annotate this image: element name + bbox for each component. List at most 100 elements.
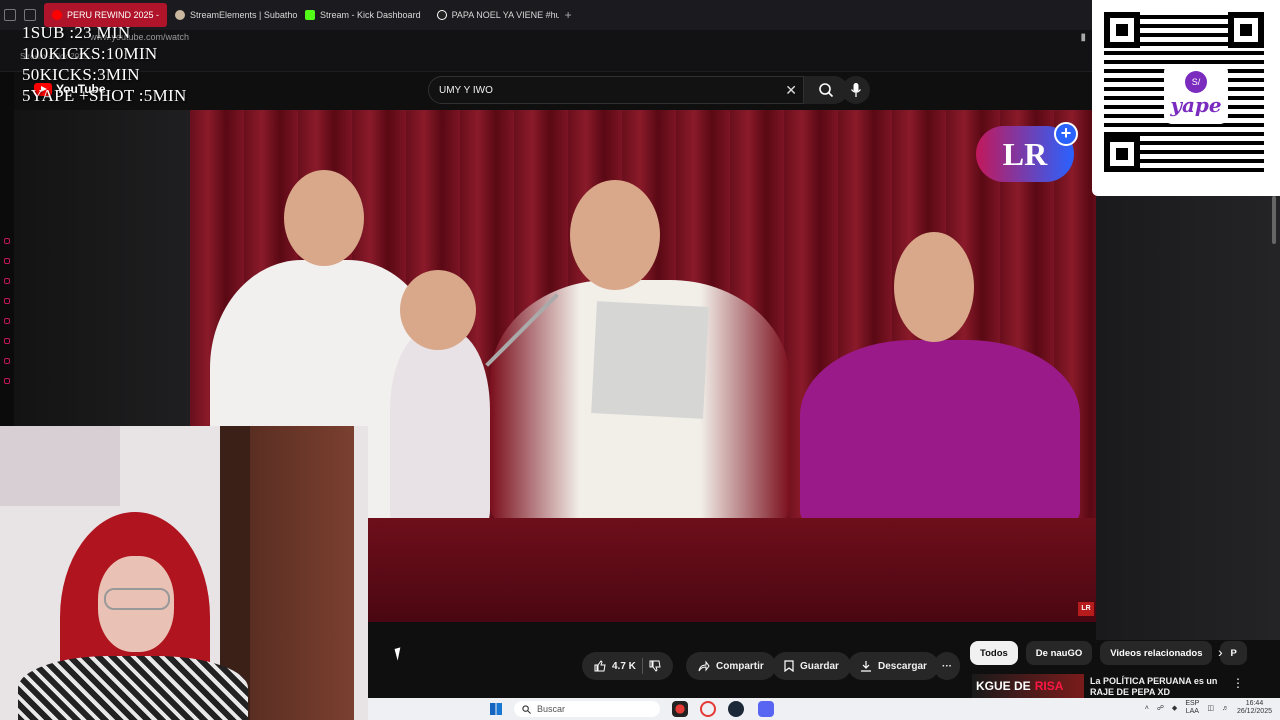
- subathon-overlay: 1SUB :23 MIN 100KICKS:10MIN 50KICKS:3MIN…: [22, 22, 187, 106]
- search-query: UMY Y IWO: [439, 84, 493, 96]
- tab-label: PAPA NOEL YA VIENE #humor: [451, 10, 559, 20]
- side-icon[interactable]: [4, 238, 10, 244]
- side-icon[interactable]: [4, 298, 10, 304]
- wifi-icon[interactable]: ◫: [1207, 704, 1214, 712]
- side-icon[interactable]: [4, 338, 10, 344]
- related-video-item[interactable]: KGUE DE RISA La POLÍTICA PERUANA es un R…: [970, 674, 1280, 698]
- yape-wordmark: yape: [1170, 93, 1222, 117]
- clock[interactable]: 16:44 26/12/2025: [1237, 700, 1272, 716]
- person-back: [390, 330, 490, 530]
- side-icon[interactable]: [4, 278, 10, 284]
- person-center-head: [570, 180, 660, 290]
- tab-overview-icon[interactable]: [24, 9, 36, 21]
- tab-kick-dashboard[interactable]: Stream - Kick Dashboard: [297, 3, 429, 27]
- wooden-door: [250, 426, 354, 720]
- lr-logo-text: LR: [1002, 135, 1048, 172]
- webcam-feed: [0, 426, 368, 720]
- plus-icon: +: [1054, 122, 1078, 146]
- chip-todos[interactable]: Todos: [970, 641, 1018, 665]
- like-count: 4.7 K: [612, 660, 636, 672]
- search-input[interactable]: UMY Y IWO ✕: [428, 76, 804, 104]
- youtube-favicon-icon: [52, 10, 62, 20]
- yape-qr-panel: S/ yape: [1092, 0, 1280, 196]
- speech-paper: [591, 301, 709, 419]
- qr-code: S/ yape: [1104, 12, 1264, 172]
- save-button[interactable]: Guardar: [772, 652, 851, 680]
- search-icon: [819, 83, 834, 98]
- overlay-line: 1SUB :23 MIN: [22, 23, 131, 42]
- tab-label: StreamElements | Subathon: [190, 10, 298, 20]
- divider: [641, 658, 643, 674]
- person-back-head: [400, 270, 476, 350]
- download-label: Descargar: [878, 660, 927, 672]
- clock-time: 16:44: [1245, 700, 1264, 707]
- overlay-line: 50KICKS:3MIN: [22, 65, 140, 84]
- download-button[interactable]: Descargar: [848, 652, 939, 680]
- window-controls: [0, 9, 44, 21]
- chip-de-naugo[interactable]: De nauGO: [1025, 641, 1093, 665]
- side-icon[interactable]: [4, 258, 10, 264]
- discord-icon[interactable]: [758, 701, 774, 717]
- related-thumbnail[interactable]: KGUE DE RISA: [972, 674, 1084, 698]
- qr-finder: [1228, 12, 1264, 48]
- steam-icon[interactable]: [728, 701, 744, 717]
- yape-badge: S/: [1185, 71, 1207, 93]
- system-tray: ˄ ☍ ◆ ESP LAA ◫ ♬ 16:44 26/12/2025: [1145, 700, 1272, 716]
- new-tab-button[interactable]: +: [559, 8, 578, 22]
- layout-code: LAA: [1185, 708, 1199, 715]
- chevron-right-icon[interactable]: ›: [1218, 644, 1223, 660]
- network-icon[interactable]: ☍: [1157, 704, 1164, 712]
- lr-watermark: LR: [1078, 602, 1094, 616]
- like-dislike-group[interactable]: 4.7 K: [582, 652, 673, 680]
- taskbar-search-input[interactable]: Buscar: [514, 701, 660, 717]
- language-code: ESP: [1185, 700, 1200, 707]
- mic-tray-icon[interactable]: ◆: [1172, 704, 1177, 712]
- volume-icon[interactable]: ♬: [1222, 705, 1229, 712]
- tab-label: Stream - Kick Dashboard: [320, 10, 421, 20]
- related-video-title[interactable]: La POLÍTICA PERUANA es un RAJE DE PEPA X…: [1090, 676, 1220, 698]
- more-icon: ···: [942, 660, 952, 672]
- thumbs-down-icon[interactable]: [649, 660, 661, 672]
- opera-icon[interactable]: [700, 701, 716, 717]
- chip-videos-relacionados[interactable]: Videos relacionados: [1100, 641, 1213, 665]
- side-icon[interactable]: [4, 358, 10, 364]
- streamer-glasses: [104, 588, 170, 610]
- person-right-head: [894, 232, 974, 342]
- thumbnail-text: KGUE DE: [976, 679, 1031, 693]
- thumbnail-text-red: RISA: [1034, 679, 1064, 693]
- tab-papa-noel[interactable]: PAPA NOEL YA VIENE #humor: [429, 3, 559, 27]
- share-label: Compartir: [716, 660, 764, 672]
- plush-shelf: [0, 426, 120, 506]
- streamer-body: [18, 656, 248, 720]
- microphone-icon: [850, 83, 862, 97]
- related-filter-chips: Todos De nauGO Videos relacionados P: [970, 640, 1280, 666]
- pin-icon[interactable]: ▮: [1080, 32, 1086, 43]
- save-label: Guardar: [800, 660, 839, 672]
- left-dark-panel: [14, 110, 190, 430]
- tiktok-favicon-icon: [436, 10, 447, 20]
- person-left-head: [284, 170, 364, 266]
- voice-search-button[interactable]: [842, 76, 870, 104]
- search-icon: [522, 704, 531, 714]
- share-button[interactable]: Compartir: [686, 652, 776, 680]
- kick-favicon-icon: [305, 10, 316, 20]
- thumbs-up-icon: [594, 660, 606, 672]
- windows-start-icon[interactable]: [490, 703, 502, 715]
- chevron-up-icon[interactable]: ˄: [1145, 705, 1149, 712]
- clock-date: 26/12/2025: [1236, 708, 1272, 715]
- kebab-menu-icon[interactable]: ⋮: [1232, 676, 1244, 690]
- right-dark-panel: [1096, 196, 1280, 640]
- side-icon[interactable]: [4, 318, 10, 324]
- person-right: [800, 340, 1080, 530]
- more-actions-button[interactable]: ···: [934, 652, 960, 680]
- scrollbar-thumb[interactable]: [1272, 196, 1276, 244]
- workspace-icon[interactable]: [4, 9, 16, 21]
- bookmark-icon: [784, 660, 794, 672]
- lr-logo: LR +: [976, 122, 1078, 182]
- side-icon[interactable]: [4, 378, 10, 384]
- chip-partial[interactable]: P: [1220, 641, 1247, 665]
- language-indicator[interactable]: ESP LAA: [1185, 700, 1199, 716]
- taskbar-app-icon[interactable]: [672, 701, 688, 717]
- taskbar-search-placeholder: Buscar: [537, 704, 566, 714]
- clear-search-icon[interactable]: ✕: [785, 82, 797, 99]
